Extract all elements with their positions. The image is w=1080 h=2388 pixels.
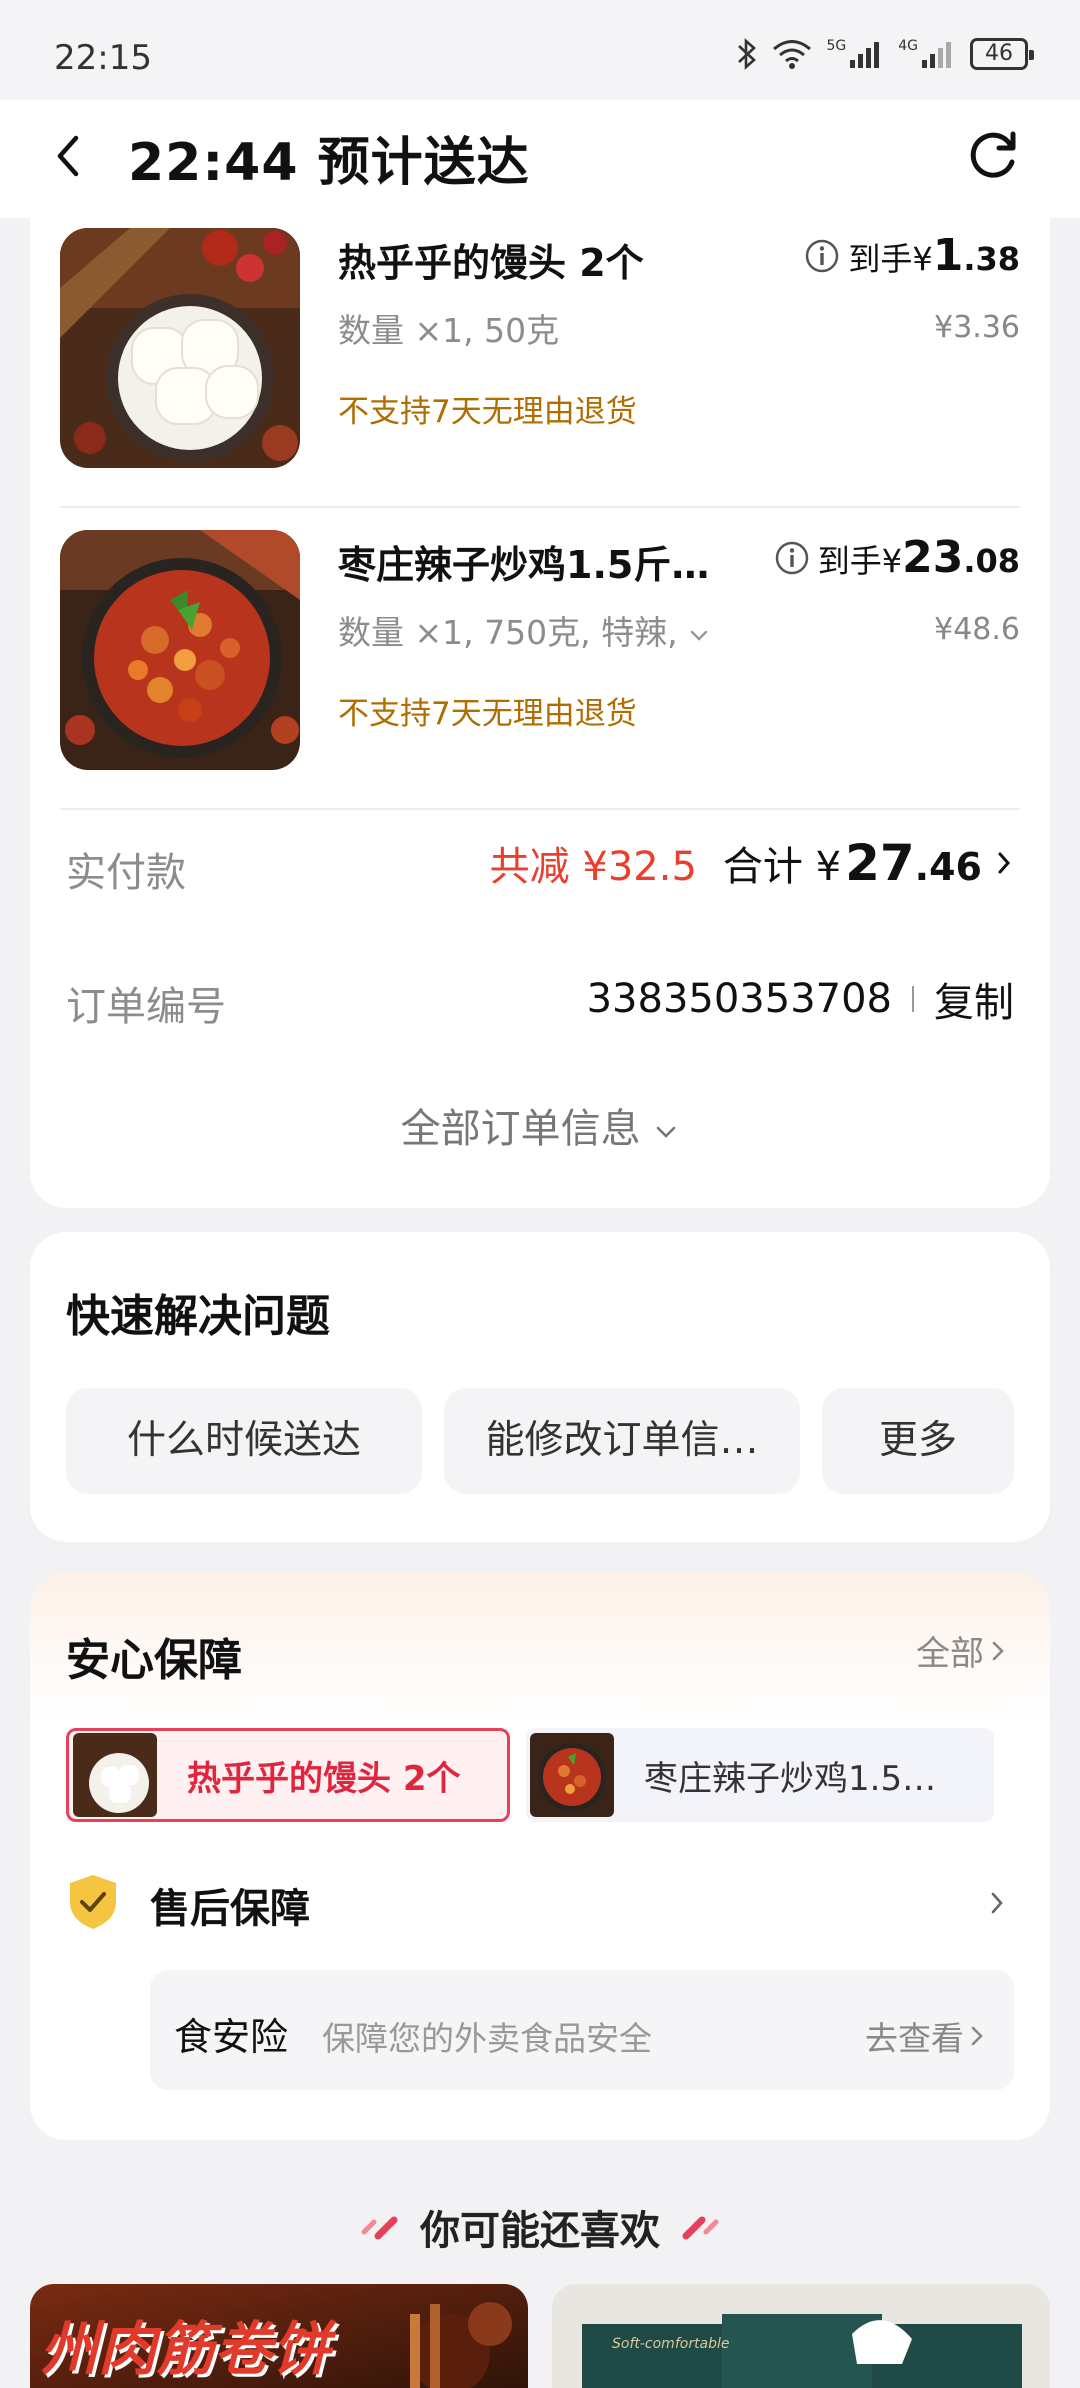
order-item[interactable]: 热乎乎的馒头 2个 数量 ×1, 50克 不支持7天无理由退货 到手¥ 1 .3…: [60, 218, 1020, 478]
signal-5g-icon: 5G: [826, 38, 884, 70]
item-price: 到手¥ 23 .08: [774, 532, 1020, 583]
total-amount-dec: .46: [914, 845, 982, 889]
item-price: 到手¥ 1 .38: [804, 230, 1020, 281]
food-insurance-row[interactable]: 食安险 保障您的外卖食品安全 去查看: [150, 1970, 1014, 2090]
divider: [60, 506, 1020, 508]
no-return-note: 不支持7天无理由退货: [338, 394, 637, 430]
chip-delivery-time[interactable]: 什么时候送达: [66, 1388, 422, 1494]
guarantee-tab-chicken[interactable]: 枣庄辣子炒鸡1.5…: [526, 1728, 994, 1822]
bluetooth-icon: [738, 38, 757, 70]
recommend-header: 你可能还喜欢: [0, 2198, 1080, 2256]
back-arrow-icon[interactable]: [48, 126, 88, 186]
recommend-card[interactable]: 州肉筋卷饼: [30, 2284, 528, 2388]
guarantee-all-link[interactable]: 全部: [916, 1626, 1010, 1675]
total-label: 合计 ¥: [722, 844, 842, 890]
chevron-right-icon: [998, 852, 1011, 874]
order-number: 338350353708: [586, 976, 892, 1022]
item-name: 枣庄辣子炒鸡1.5斤…: [338, 543, 710, 587]
status-time: 22:15: [54, 38, 152, 78]
refresh-icon[interactable]: [962, 124, 1024, 186]
decorative-stroke-icon: [682, 2216, 719, 2240]
decorative-stroke-icon: [361, 2216, 398, 2240]
item-thumbnail: [73, 1733, 157, 1817]
no-return-note: 不支持7天无理由退货: [338, 696, 637, 732]
chevron-down-icon: [690, 630, 708, 641]
item-spec: 数量 ×1, 50克: [338, 311, 560, 350]
nav-bar: 22:44 预计送达: [0, 100, 1080, 218]
payment-summary[interactable]: 共减 ¥32.5 合计 ¥ 27 .46: [490, 834, 1014, 892]
quick-solve-title: 快速解决问题: [66, 1291, 330, 1342]
recommend-card[interactable]: Soft-comfortable: [552, 2284, 1050, 2388]
quick-solve-card: 快速解决问题 什么时候送达 能修改订单信… 更多: [30, 1232, 1050, 1542]
item-original-price: ¥48.6: [934, 612, 1020, 647]
chip-modify-order[interactable]: 能修改订单信…: [444, 1388, 800, 1494]
info-icon[interactable]: [804, 238, 840, 274]
info-icon[interactable]: [774, 540, 810, 576]
page-title: 22:44 预计送达: [128, 133, 530, 193]
chip-more[interactable]: 更多: [822, 1388, 1014, 1494]
signal-4g-icon: 4G: [898, 38, 956, 70]
item-original-price: ¥3.36: [934, 310, 1020, 345]
after-sale-title: 售后保障: [150, 1886, 310, 1932]
order-card: 热乎乎的馒头 2个 数量 ×1, 50克 不支持7天无理由退货 到手¥ 1 .3…: [30, 218, 1050, 1208]
wifi-icon: [773, 40, 812, 69]
copy-button[interactable]: 复制: [934, 970, 1014, 1028]
insurance-view-link[interactable]: 去查看: [865, 2012, 988, 2060]
divider: [60, 808, 1020, 810]
insurance-desc: 保障您的外卖食品安全: [322, 2019, 652, 2058]
saved-amount: 共减 ¥32.5: [489, 844, 697, 890]
chevron-right-icon: [992, 1641, 1004, 1660]
item-spec[interactable]: 数量 ×1, 750克, 特辣,: [338, 606, 710, 654]
status-icons: 5G 4G 46: [736, 36, 1034, 72]
banner-text: 州肉筋卷饼: [40, 2315, 331, 2383]
shield-check-icon: [70, 1875, 116, 1929]
insurance-name: 食安险: [174, 2015, 289, 2059]
order-item[interactable]: 枣庄辣子炒鸡1.5斤… 数量 ×1, 750克, 特辣, 不支持7天无理由退货 …: [60, 520, 1020, 780]
guarantee-card: 安心保障 全部 热乎乎的馒头 2个 枣庄辣子炒鸡1.5… 售后保障 食安险 保障…: [30, 1572, 1050, 2140]
order-number-row: 338350353708 复制: [587, 970, 1014, 1028]
divider: [912, 986, 914, 1012]
item-name: 热乎乎的馒头 2个: [338, 241, 644, 285]
guarantee-title: 安心保障: [66, 1635, 242, 1686]
all-order-info-button[interactable]: 全部订单信息: [30, 1096, 1050, 1154]
chevron-down-icon: [657, 1126, 676, 1138]
guarantee-tab-mantou[interactable]: 热乎乎的馒头 2个: [66, 1728, 510, 1822]
paid-label: 实付款: [66, 850, 186, 896]
battery-icon: 46: [970, 38, 1034, 70]
item-image-chicken: [60, 530, 300, 770]
item-image-mantou: [60, 228, 300, 468]
total-amount-int: 27: [845, 834, 915, 892]
item-thumbnail: [530, 1733, 614, 1817]
chevron-right-icon: [971, 2026, 983, 2046]
order-number-label: 订单编号: [66, 984, 226, 1030]
chevron-right-icon[interactable]: [988, 1888, 1006, 1918]
banner-text: Soft-comfortable: [612, 2336, 730, 2352]
recommend-title: 你可能还喜欢: [420, 2208, 660, 2254]
